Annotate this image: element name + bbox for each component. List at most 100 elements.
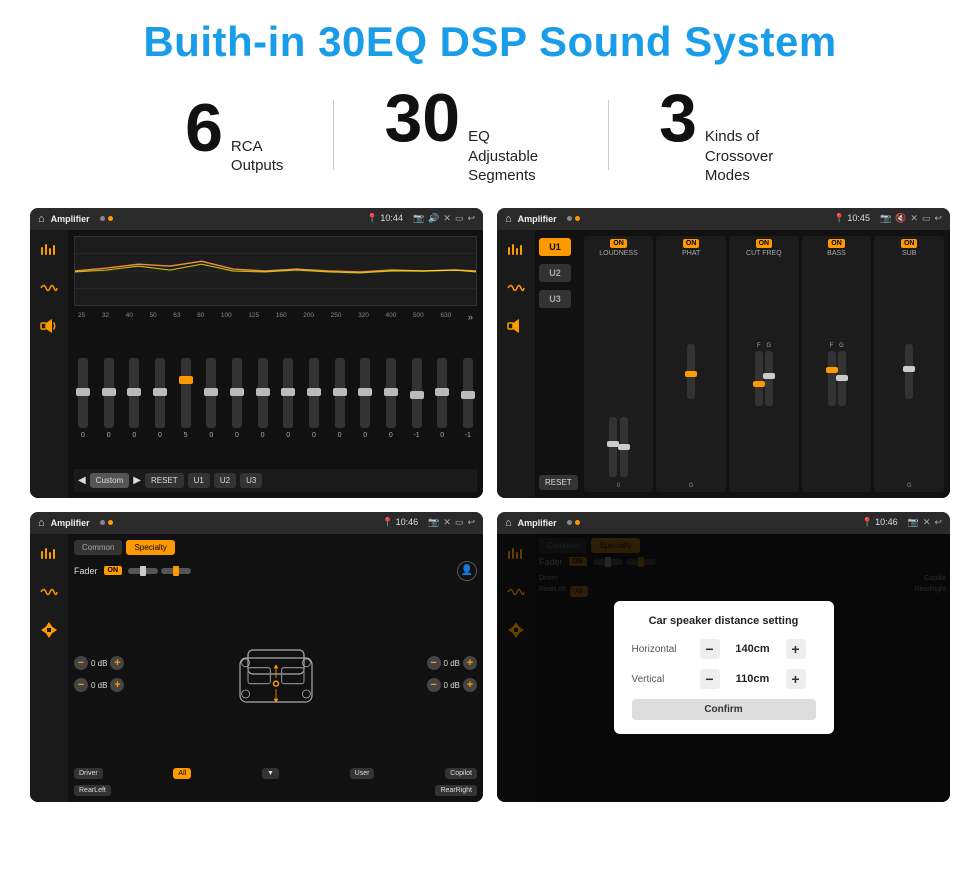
slider-col-5: 5 (181, 358, 191, 439)
bottom-label-row: Driver All ▼ User Copilot (74, 768, 477, 779)
cx-wave-icon (504, 276, 528, 300)
cutfreq-on: ON (756, 239, 773, 248)
slider-val-13: 0 (389, 432, 393, 439)
minus-btn-4[interactable]: − (427, 678, 441, 692)
fader-slider-h2 (161, 568, 191, 574)
cx-window-icon: ▭ (922, 213, 931, 224)
down-arrow-btn[interactable]: ▼ (262, 768, 279, 779)
dialog-dot2 (575, 520, 580, 525)
vertical-plus[interactable]: + (786, 669, 806, 689)
stat-rca-desc: RCA Outputs (231, 137, 284, 176)
slider-col-3: 0 (129, 358, 139, 439)
freq-125: 125 (248, 312, 259, 322)
prev-arrow[interactable]: ◀ (78, 475, 86, 486)
fader-camera-icon: 📷 (428, 517, 439, 528)
cutfreq-slider1 (755, 351, 763, 406)
all-label[interactable]: All (173, 768, 191, 779)
cutfreq-label: CUT FREQ (746, 250, 782, 257)
minus-btn-1[interactable]: − (74, 656, 88, 670)
fader-topbar: ⌂ Amplifier 📍 10:46 📷 ✕ ▭ ↩ (30, 512, 483, 534)
cx-u3[interactable]: U3 (539, 290, 571, 308)
cx-loudness: ON LOUDNESS 0 (584, 236, 654, 492)
loudness-scale: 0 (617, 483, 620, 489)
fader-back-icon: ↩ (467, 517, 475, 528)
fader-time: 📍 10:46 (382, 517, 418, 528)
slider-col-6: 0 (206, 358, 216, 439)
common-tab[interactable]: Common (74, 540, 122, 555)
u3-btn[interactable]: U3 (240, 473, 262, 488)
eq-bottom-bar: ◀ Custom ▶ RESET U1 U2 U3 (74, 469, 477, 492)
eq-time: 📍 10:44 (367, 213, 403, 224)
stat-crossover-number: 3 (659, 84, 697, 152)
u1-btn[interactable]: U1 (188, 473, 210, 488)
plus-btn-2[interactable]: + (110, 678, 124, 692)
cx-topbar-icons: 📷 🔇 ✕ ▭ ↩ (880, 213, 942, 224)
user-label[interactable]: User (350, 768, 375, 779)
fader-wave-icon (37, 580, 61, 604)
custom-btn[interactable]: Custom (90, 473, 130, 488)
cx-u1[interactable]: U1 (539, 238, 571, 256)
confirm-button[interactable]: Confirm (632, 699, 816, 720)
fader-on-btn[interactable]: ON (104, 566, 123, 575)
stats-row: 6 RCA Outputs 30 EQ Adjustable Segments … (30, 84, 950, 186)
u2-btn[interactable]: U2 (214, 473, 236, 488)
cx-reset[interactable]: RESET (539, 475, 578, 490)
minus-btn-3[interactable]: − (427, 656, 441, 670)
rearright-label[interactable]: RearRight (435, 785, 477, 796)
plus-btn-1[interactable]: + (110, 656, 124, 670)
rearleft-label[interactable]: RearLeft (74, 785, 111, 796)
eq-main-area: 25 32 40 50 63 80 100 125 160 200 250 32… (68, 230, 483, 498)
next-arrow[interactable]: ▶ (133, 475, 141, 486)
cx-screen-content: U1 U2 U3 RESET ON LOUDNESS (497, 230, 950, 498)
cx-topbar-title: Amplifier (518, 214, 557, 224)
slider-track-5 (181, 358, 191, 428)
slider-val-12: 0 (363, 432, 367, 439)
cx-time: 📍 10:45 (834, 213, 870, 224)
loudness-label: LOUDNESS (599, 250, 638, 257)
copilot-label[interactable]: Copilot (445, 768, 477, 779)
freq-160: 160 (276, 312, 287, 322)
car-diagram (128, 585, 422, 764)
cx-phat: ON PHAT G (656, 236, 726, 492)
cx-u2[interactable]: U2 (539, 264, 571, 282)
eq-topbar-title: Amplifier (51, 214, 90, 224)
volume-icon: 🔊 (428, 213, 439, 224)
slider-val-1: 0 (81, 432, 85, 439)
horizontal-plus[interactable]: + (786, 639, 806, 659)
page-title: Buith-in 30EQ DSP Sound System (30, 18, 950, 66)
slider-val-11: 0 (338, 432, 342, 439)
freq-400: 400 (386, 312, 397, 322)
cx-close-icon: ✕ (910, 213, 918, 224)
horizontal-minus[interactable]: − (700, 639, 720, 659)
cx-topbar: ⌂ Amplifier 📍 10:45 📷 🔇 ✕ ▭ ↩ (497, 208, 950, 230)
plus-btn-3[interactable]: + (463, 656, 477, 670)
cx-topbar-dots (567, 216, 580, 221)
fader-screen-content: Common Specialty Fader ON 👤 (30, 534, 483, 802)
cx-dot2 (575, 216, 580, 221)
driver-label[interactable]: Driver (74, 768, 103, 779)
fader-main-area: Common Specialty Fader ON 👤 (68, 534, 483, 802)
plus-btn-4[interactable]: + (463, 678, 477, 692)
phat-label: PHAT (682, 250, 700, 257)
vertical-minus[interactable]: − (700, 669, 720, 689)
eq-graph (74, 236, 477, 306)
loudness-slider1 (609, 417, 617, 477)
slider-val-5: 5 (184, 432, 188, 439)
vertical-label: Vertical (632, 674, 692, 685)
right-db-controls: − 0 dB + − 0 dB + (427, 585, 477, 764)
phat-val: G (689, 483, 694, 489)
slider-track-12 (360, 358, 370, 428)
db-val-1: 0 dB (91, 659, 107, 668)
minus-btn-2[interactable]: − (74, 678, 88, 692)
cx-main: U1 U2 U3 RESET ON LOUDNESS (535, 230, 950, 498)
freq-40: 40 (126, 312, 133, 322)
slider-track-3 (129, 358, 139, 428)
slider-col-7: 0 (232, 358, 242, 439)
cx-u-buttons: U1 U2 U3 RESET (539, 234, 578, 494)
specialty-tab[interactable]: Specialty (126, 540, 174, 555)
expand-icon: » (468, 312, 473, 322)
eq-sliders: 0 0 0 0 (74, 328, 477, 469)
topbar-icons: 📷 🔊 ✕ ▭ ↩ (413, 213, 475, 224)
reset-btn[interactable]: RESET (145, 473, 184, 488)
dialog-dot1 (567, 520, 572, 525)
